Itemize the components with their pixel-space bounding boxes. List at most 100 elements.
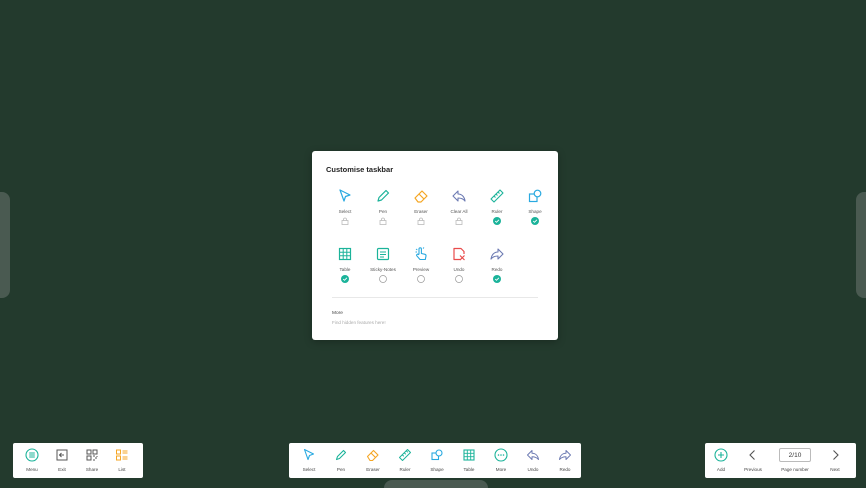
preview-icon [413,246,429,262]
add-page-button[interactable]: Add [709,443,733,472]
eraser-button[interactable]: Eraser [357,443,389,472]
table-button[interactable]: Table [453,443,485,472]
redo-icon [489,246,505,262]
right-side-handle[interactable] [856,192,866,298]
unchecked-icon[interactable] [455,275,463,283]
tool-label: Pen [378,209,388,214]
tool-label: Eraser [414,209,428,214]
tool-option-pen[interactable]: Pen [364,185,402,243]
dialog-title: Customise taskbar [326,165,394,174]
tool-option-sticky-notes[interactable]: Sticky-Notes [364,243,402,301]
previous-label: Previous [744,467,762,472]
select-label: Select [302,467,316,472]
shape-button[interactable]: Shape [421,443,453,472]
lock-icon [341,217,349,225]
list-icon [115,448,129,462]
tool-label: Shape [528,209,542,214]
page-toolbar: Add Previous 2/10 Page number Next [705,443,856,478]
undo-icon [526,448,540,462]
add-icon [714,448,728,462]
tool-option-redo[interactable]: Redo [478,243,516,301]
pen-label: Pen [336,467,346,472]
checked-icon[interactable] [493,217,501,225]
share-button[interactable]: Share [77,443,107,472]
ruler-icon [489,188,505,204]
checked-icon[interactable] [341,275,349,283]
page-number-control[interactable]: 2/10 Page number [773,443,817,472]
add-label: Add [716,467,726,472]
more-title[interactable]: More [332,311,343,316]
left-toolbar: Menu Exit Share List [13,443,143,478]
checked-icon[interactable] [531,217,539,225]
lock-icon [455,217,463,225]
unchecked-icon[interactable] [379,275,387,283]
tool-label: Select [338,209,352,214]
tool-option-undo[interactable]: Undo [440,243,478,301]
tool-option-select[interactable]: Select [326,185,364,243]
tool-option-clear-all[interactable]: Clear All [440,185,478,243]
tool-option-shape[interactable]: Shape [516,185,554,243]
main-toolbar: Select Pen Eraser Ruler Shape Table More… [289,443,581,478]
next-page-button[interactable]: Next [817,443,853,472]
share-label: Share [85,467,99,472]
redo-button[interactable]: Redo [549,443,581,472]
tool-option-eraser[interactable]: Eraser [402,185,440,243]
undo-label: Undo [527,467,539,472]
shape-icon [527,188,543,204]
list-button[interactable]: List [107,443,137,472]
pen-icon [375,188,391,204]
tool-label: Clear All [450,209,468,214]
shape-label: Shape [430,467,444,472]
exit-label: Exit [58,467,66,472]
exit-button[interactable]: Exit [47,443,77,472]
tool-option-table[interactable]: Table [326,243,364,301]
tool-label: Preview [412,267,430,272]
cursor-icon [337,188,353,204]
exit-icon [55,448,69,462]
pen-icon [334,448,348,462]
select-button[interactable]: Select [293,443,325,472]
eraser-label: Eraser [366,467,380,472]
page-number-label: Page number [781,467,809,472]
ruler-icon [398,448,412,462]
bottom-handle[interactable] [384,480,488,488]
menu-icon [25,448,39,462]
sticky-notes-icon [375,246,391,262]
ruler-label: Ruler [399,467,411,472]
chevron-right-icon [828,448,842,462]
shape-icon [430,448,444,462]
redo-label: Redo [559,467,571,472]
cursor-icon [302,448,316,462]
lock-icon [379,217,387,225]
menu-button[interactable]: Menu [17,443,47,472]
page-number-field[interactable]: 2/10 [779,448,811,462]
more-subtitle: Find hidden features here! [332,320,386,325]
tool-row: Select Pen Eraser Clear All Ruler Shape [326,185,554,243]
more-button[interactable]: More [485,443,517,472]
redo-icon [558,448,572,462]
more-label: More [495,467,507,472]
ruler-button[interactable]: Ruler [389,443,421,472]
checked-icon[interactable] [493,275,501,283]
eraser-icon [366,448,380,462]
table-icon [337,246,353,262]
undo-delete-icon [451,246,467,262]
table-icon [462,448,476,462]
list-label: List [118,467,126,472]
previous-page-button[interactable]: Previous [733,443,773,472]
next-label: Next [830,467,840,472]
clear-all-icon [451,188,467,204]
tool-option-preview[interactable]: Preview [402,243,440,301]
table-label: Table [463,467,475,472]
tool-label: Table [339,267,351,272]
unchecked-icon[interactable] [417,275,425,283]
left-side-handle[interactable] [0,192,10,298]
tool-option-ruler[interactable]: Ruler [478,185,516,243]
undo-button[interactable]: Undo [517,443,549,472]
eraser-icon [413,188,429,204]
chevron-left-icon [746,448,760,462]
tool-row: Table Sticky-Notes Preview Undo Redo [326,243,554,301]
pen-button[interactable]: Pen [325,443,357,472]
menu-label: Menu [26,467,38,472]
divider [332,297,538,298]
